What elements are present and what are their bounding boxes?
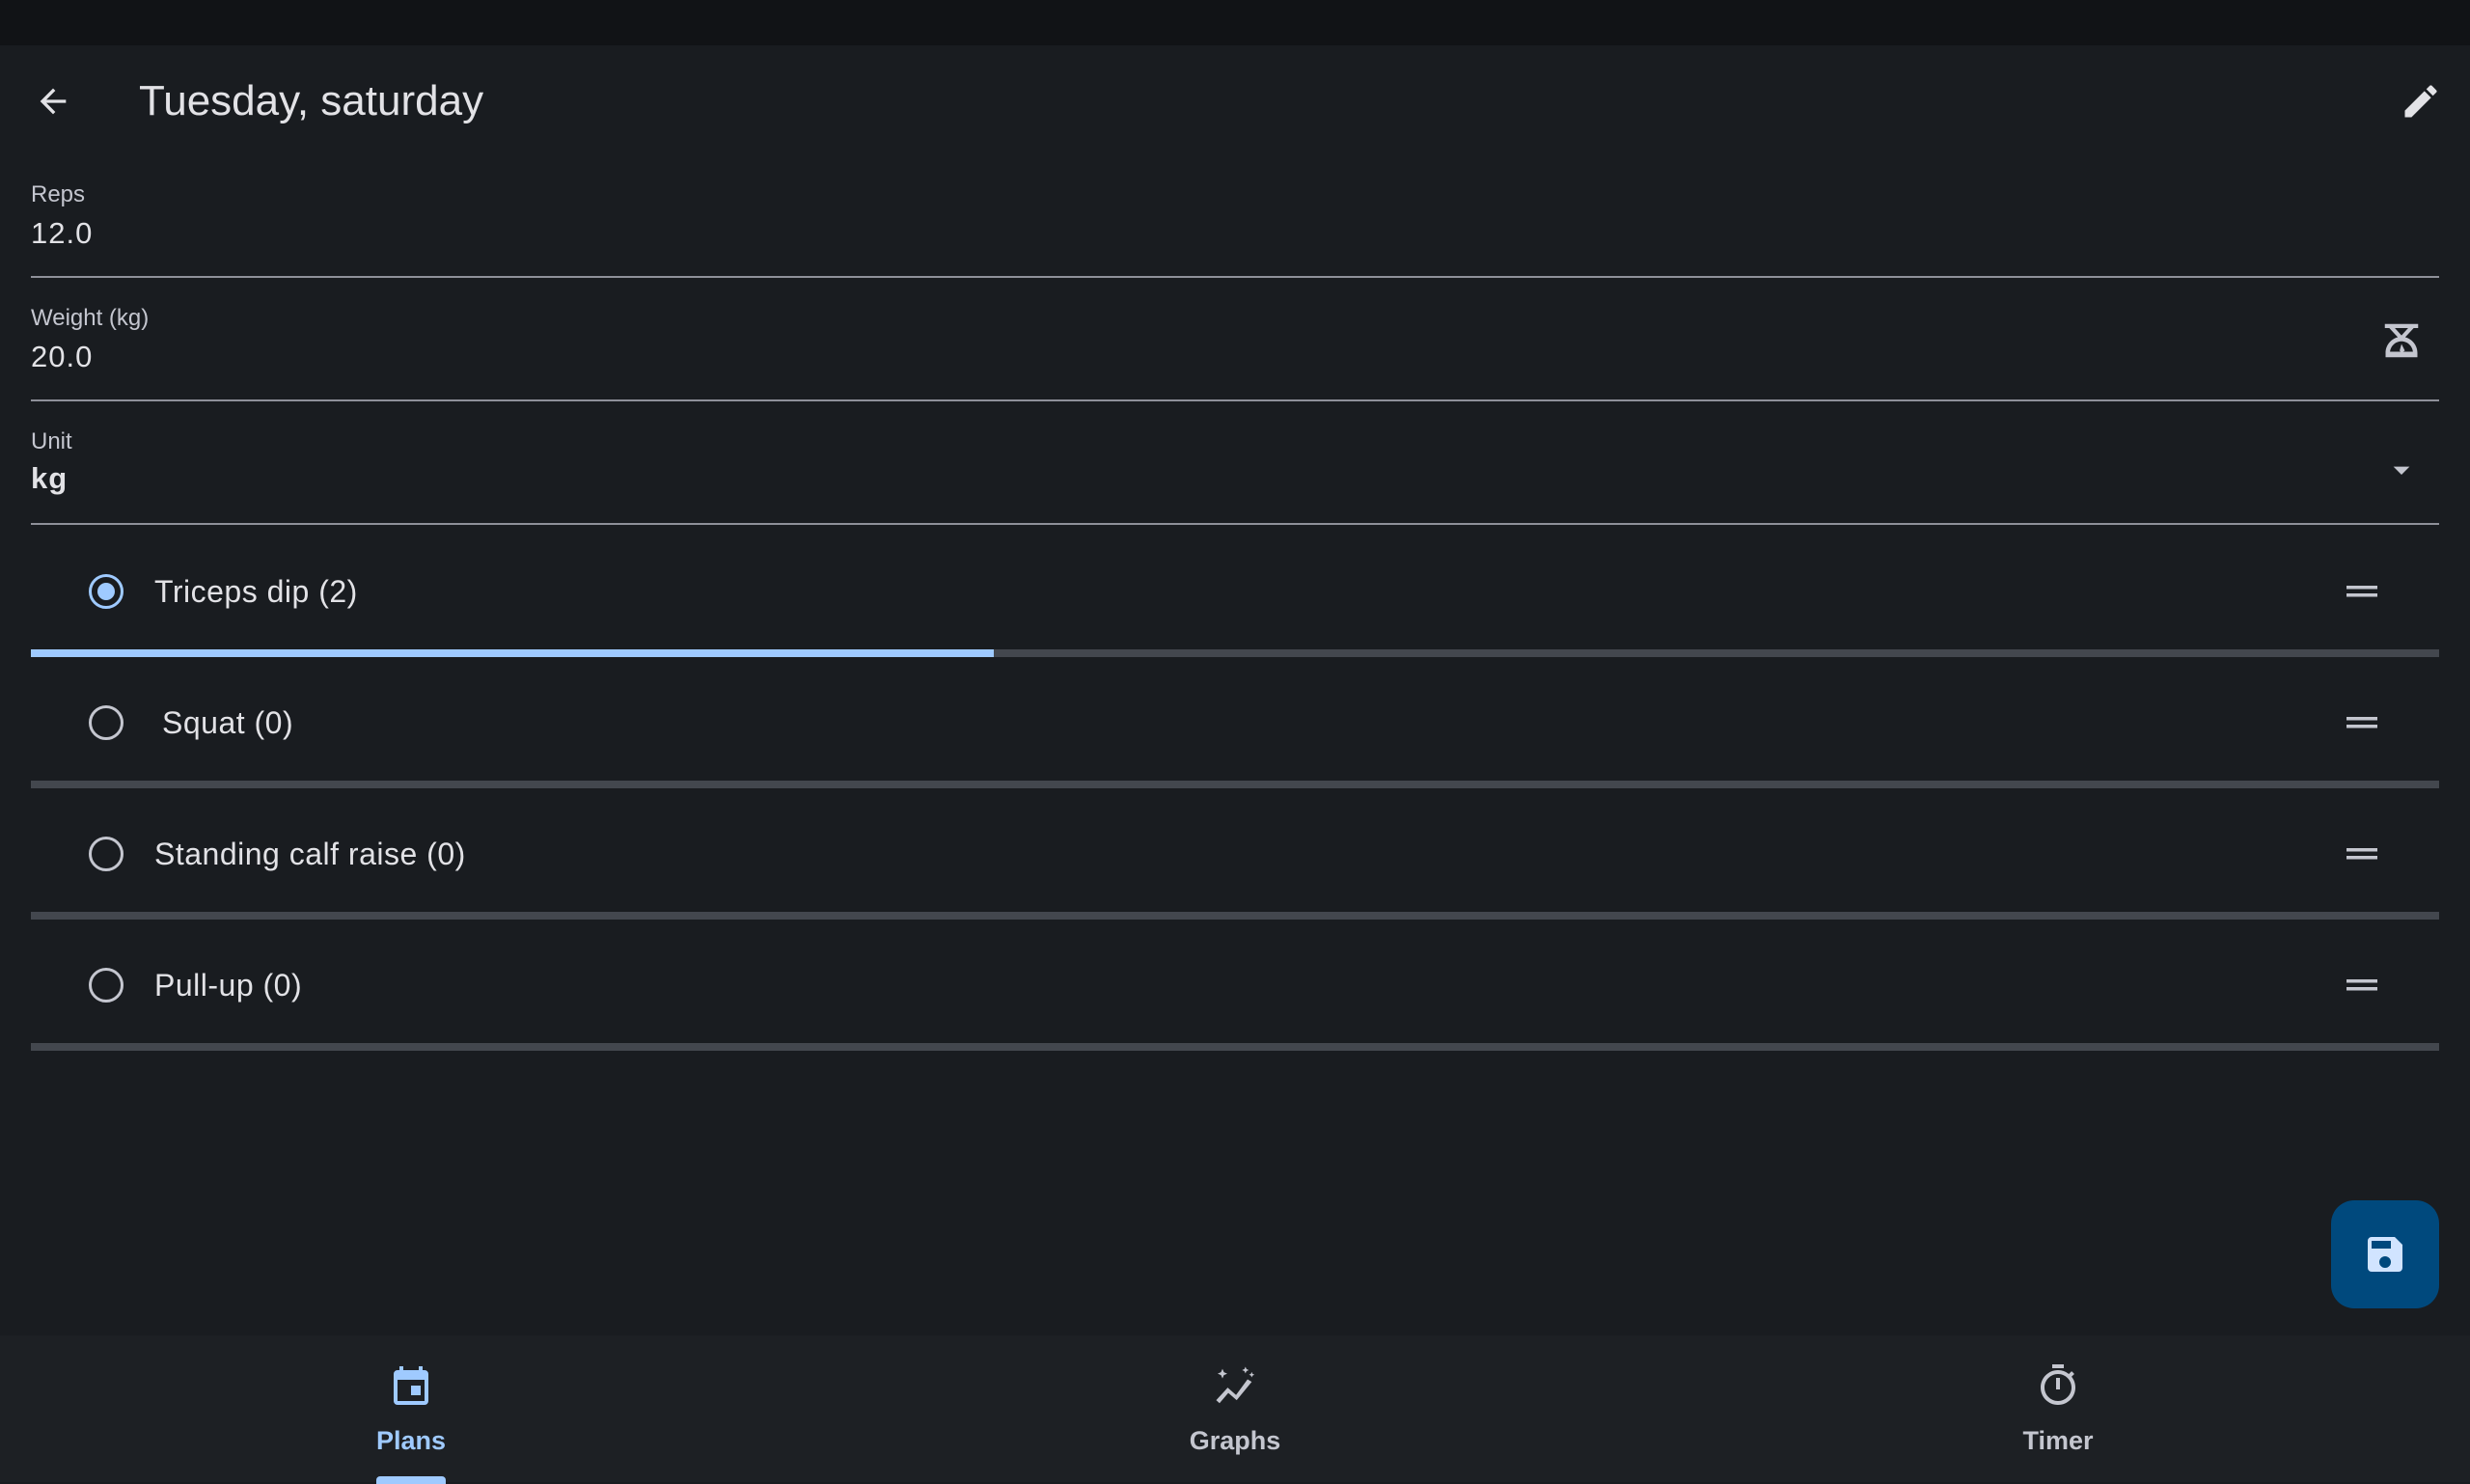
dropdown-button[interactable]: [2377, 446, 2426, 494]
exercise-label: Standing calf raise (0): [154, 837, 466, 871]
exercise-label: Pull-up (0): [154, 968, 303, 1003]
nav-item-plans[interactable]: Plans: [266, 1335, 556, 1484]
exercise-progress-track: [31, 781, 2439, 788]
unit-label: Unit: [31, 428, 72, 454]
save-icon: [2368, 1237, 2402, 1272]
graph-icon: [1206, 1357, 1264, 1415]
active-indicator: [376, 1476, 446, 1484]
app-bar: Tuesday, saturday: [0, 45, 2470, 153]
drag-handle-icon: [2346, 717, 2377, 728]
exercise-progress-fill: [31, 649, 995, 657]
drag-handle[interactable]: [2335, 570, 2389, 613]
back-button[interactable]: [25, 73, 81, 129]
nav-label: Graphs: [1189, 1426, 1281, 1455]
drag-handle-icon: [2346, 848, 2377, 860]
nav-label: Plans: [375, 1426, 447, 1455]
reps-field[interactable]: Reps: [31, 154, 2439, 278]
exercise-label: Squat (0): [162, 705, 294, 740]
calendar-icon: [382, 1357, 440, 1415]
timer-icon: [2029, 1357, 2087, 1415]
edit-pencil-icon: [2404, 85, 2437, 118]
exercise-radio[interactable]: [89, 968, 124, 1003]
exercise-item[interactable]: Triceps dip (2): [31, 526, 2439, 657]
page-title: Tuesday, saturday: [139, 77, 484, 124]
exercise-radio[interactable]: [89, 574, 124, 609]
status-bar: [0, 0, 2470, 45]
reps-input[interactable]: [31, 216, 2250, 251]
bottom-navigation: Plans Graphs Timer: [0, 1335, 2470, 1484]
exercise-progress-track: [31, 912, 2439, 920]
weight-field[interactable]: Weight (kg): [31, 278, 2439, 401]
drag-handle-icon: [2346, 586, 2377, 597]
dropdown-arrow-icon: [2393, 466, 2410, 475]
unit-value: kg: [31, 461, 69, 495]
unit-select[interactable]: Unit kg: [31, 401, 2439, 525]
save-button[interactable]: [2331, 1200, 2439, 1308]
nav-item-graphs[interactable]: Graphs: [1090, 1335, 1380, 1482]
exercise-progress-track: [31, 1043, 2439, 1051]
exercise-label: Triceps dip (2): [154, 574, 358, 609]
exercise-radio[interactable]: [89, 705, 124, 740]
exercise-progress-track: [31, 649, 2439, 657]
exercise-item[interactable]: Standing calf raise (0): [31, 788, 2439, 920]
nav-item-timer[interactable]: Timer: [1913, 1335, 2203, 1482]
exercise-item[interactable]: Pull-up (0): [31, 920, 2439, 1051]
arrow-back-icon: [40, 88, 67, 115]
drag-handle[interactable]: [2335, 833, 2389, 875]
scale-icon: [2384, 323, 2419, 358]
edit-button[interactable]: [2393, 73, 2449, 129]
scale-button[interactable]: [2377, 316, 2426, 365]
nav-label: Timer: [2022, 1426, 2094, 1455]
drag-handle[interactable]: [2335, 964, 2389, 1006]
exercise-radio[interactable]: [89, 837, 124, 871]
weight-input[interactable]: [31, 340, 2250, 374]
drag-handle-icon: [2346, 979, 2377, 991]
drag-handle[interactable]: [2335, 701, 2389, 744]
weight-label: Weight (kg): [31, 305, 150, 331]
exercise-item[interactable]: Squat (0): [31, 657, 2439, 788]
reps-label: Reps: [31, 181, 86, 207]
